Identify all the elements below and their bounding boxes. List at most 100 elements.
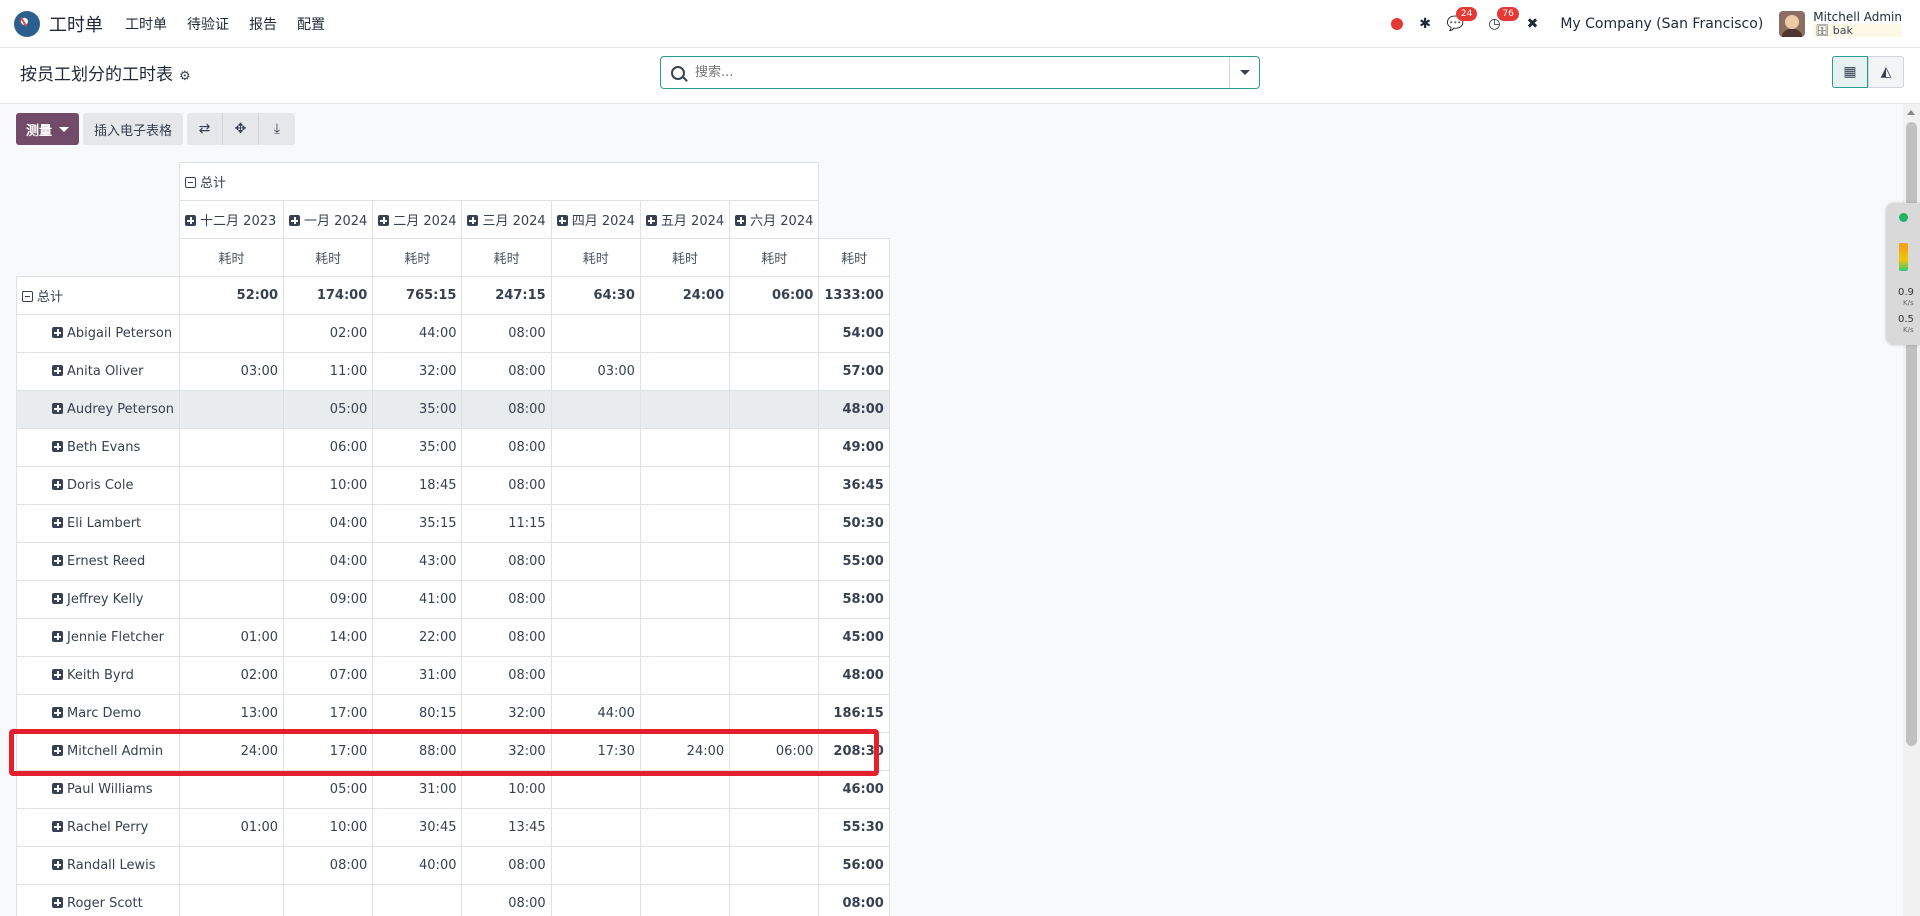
col-header-month[interactable]: 三月 2024 xyxy=(461,200,552,239)
tools-icon[interactable]: ✖ xyxy=(1527,16,1539,32)
cell-value[interactable] xyxy=(729,352,820,391)
cell-value[interactable]: 35:00 xyxy=(372,428,463,467)
measures-button[interactable]: 测量 xyxy=(16,113,80,145)
cell-value[interactable]: 18:45 xyxy=(372,466,463,505)
cell-value[interactable] xyxy=(372,884,463,916)
cell-value[interactable] xyxy=(729,694,820,733)
cell-value[interactable]: 44:00 xyxy=(372,314,463,353)
row-header-employee[interactable]: Beth Evans xyxy=(15,428,181,467)
cell-value[interactable]: 06:00 xyxy=(729,276,820,315)
cell-value[interactable] xyxy=(729,808,820,847)
measure-header[interactable]: 耗时 xyxy=(729,238,820,277)
cell-value[interactable]: 09:00 xyxy=(283,580,374,619)
cell-value[interactable]: 08:00 xyxy=(283,846,374,885)
cell-value[interactable]: 08:00 xyxy=(461,466,552,505)
cell-value[interactable] xyxy=(639,580,731,619)
cell-value[interactable] xyxy=(550,314,641,353)
cell-value[interactable]: 88:00 xyxy=(372,732,463,771)
cell-total[interactable]: 48:00 xyxy=(818,390,890,429)
cell-value[interactable]: 765:15 xyxy=(372,276,463,315)
search-bar[interactable] xyxy=(660,56,1260,89)
cell-value[interactable]: 11:00 xyxy=(283,352,374,391)
app-name[interactable]: 工时单 xyxy=(49,11,103,37)
cell-value[interactable] xyxy=(639,884,731,916)
row-header-employee[interactable]: Eli Lambert xyxy=(15,504,181,543)
cell-value[interactable] xyxy=(639,390,731,429)
menu-item-timesheets[interactable]: 工时单 xyxy=(125,14,167,34)
cell-value[interactable] xyxy=(179,428,285,467)
user-menu[interactable]: Mitchell Admin 🗄 bak xyxy=(1813,11,1902,37)
measure-header[interactable]: 耗时 xyxy=(461,238,552,277)
col-header-month[interactable]: 一月 2024 xyxy=(283,200,374,239)
row-header-employee[interactable]: Keith Byrd xyxy=(15,656,181,695)
cell-total[interactable]: 1333:00 xyxy=(818,276,890,315)
cell-total[interactable]: 57:00 xyxy=(818,352,890,391)
cell-total[interactable]: 58:00 xyxy=(818,580,890,619)
cell-value[interactable] xyxy=(639,504,731,543)
user-avatar[interactable] xyxy=(1779,11,1806,37)
col-header-month[interactable]: 六月 2024 xyxy=(729,200,820,239)
cell-value[interactable]: 24:00 xyxy=(639,732,731,771)
cell-value[interactable]: 08:00 xyxy=(461,352,552,391)
menu-item-reporting[interactable]: 报告 xyxy=(249,14,277,34)
row-header-employee[interactable]: Marc Demo xyxy=(15,694,181,733)
cell-value[interactable] xyxy=(550,770,641,809)
cell-value[interactable]: 03:00 xyxy=(550,352,641,391)
cell-value[interactable]: 10:00 xyxy=(461,770,552,809)
row-header-employee[interactable]: Mitchell Admin xyxy=(15,732,181,771)
cell-value[interactable] xyxy=(550,466,641,505)
cell-value[interactable] xyxy=(550,504,641,543)
cell-value[interactable] xyxy=(550,884,641,916)
cell-value[interactable]: 08:00 xyxy=(461,390,552,429)
cell-value[interactable] xyxy=(729,504,820,543)
cell-value[interactable]: 07:00 xyxy=(283,656,374,695)
cell-value[interactable] xyxy=(729,770,820,809)
row-header-total[interactable]: 总计 xyxy=(15,276,181,315)
col-header-total[interactable]: 总计 xyxy=(179,162,820,201)
cell-value[interactable]: 174:00 xyxy=(283,276,374,315)
cell-value[interactable]: 24:00 xyxy=(639,276,731,315)
measure-header[interactable]: 耗时 xyxy=(283,238,374,277)
cell-value[interactable] xyxy=(550,846,641,885)
cell-value[interactable] xyxy=(729,884,820,916)
cell-value[interactable]: 31:00 xyxy=(372,770,463,809)
row-header-employee[interactable]: Doris Cole xyxy=(15,466,181,505)
row-header-employee[interactable]: Abigail Peterson xyxy=(15,314,181,353)
cell-value[interactable] xyxy=(729,466,820,505)
cell-value[interactable]: 247:15 xyxy=(461,276,552,315)
cell-value[interactable]: 22:00 xyxy=(372,618,463,657)
menu-item-configuration[interactable]: 配置 xyxy=(297,14,325,34)
cell-value[interactable]: 08:00 xyxy=(461,542,552,581)
cell-value[interactable]: 24:00 xyxy=(179,732,285,771)
cell-value[interactable]: 80:15 xyxy=(372,694,463,733)
cell-value[interactable]: 13:45 xyxy=(461,808,552,847)
cell-value[interactable]: 08:00 xyxy=(461,846,552,885)
menu-item-to-validate[interactable]: 待验证 xyxy=(187,14,229,34)
cell-value[interactable]: 10:00 xyxy=(283,466,374,505)
cell-value[interactable] xyxy=(550,580,641,619)
cell-value[interactable]: 17:30 xyxy=(550,732,641,771)
cell-value[interactable] xyxy=(179,770,285,809)
row-header-employee[interactable]: Jeffrey Kelly xyxy=(15,580,181,619)
cell-value[interactable]: 31:00 xyxy=(372,656,463,695)
cell-value[interactable]: 35:00 xyxy=(372,390,463,429)
record-icon[interactable] xyxy=(1391,18,1404,30)
bug-icon[interactable]: ✱ xyxy=(1419,16,1431,32)
cell-total[interactable]: 08:00 xyxy=(818,884,890,916)
row-header-employee[interactable]: Jennie Fletcher xyxy=(15,618,181,657)
cell-value[interactable] xyxy=(550,428,641,467)
row-header-employee[interactable]: Rachel Perry xyxy=(15,808,181,847)
pivot-view-button[interactable]: ▦ xyxy=(1832,56,1868,88)
cell-value[interactable] xyxy=(550,808,641,847)
cell-value[interactable] xyxy=(729,314,820,353)
row-header-employee[interactable]: Audrey Peterson xyxy=(15,390,181,429)
cell-value[interactable]: 08:00 xyxy=(461,314,552,353)
cell-value[interactable] xyxy=(179,390,285,429)
cell-value[interactable]: 14:00 xyxy=(283,618,374,657)
search-options-toggle[interactable] xyxy=(1229,57,1259,88)
row-header-employee[interactable]: Paul Williams xyxy=(15,770,181,809)
cell-value[interactable] xyxy=(729,542,820,581)
cell-value[interactable]: 32:00 xyxy=(461,732,552,771)
cell-value[interactable] xyxy=(179,542,285,581)
cell-value[interactable] xyxy=(639,618,731,657)
